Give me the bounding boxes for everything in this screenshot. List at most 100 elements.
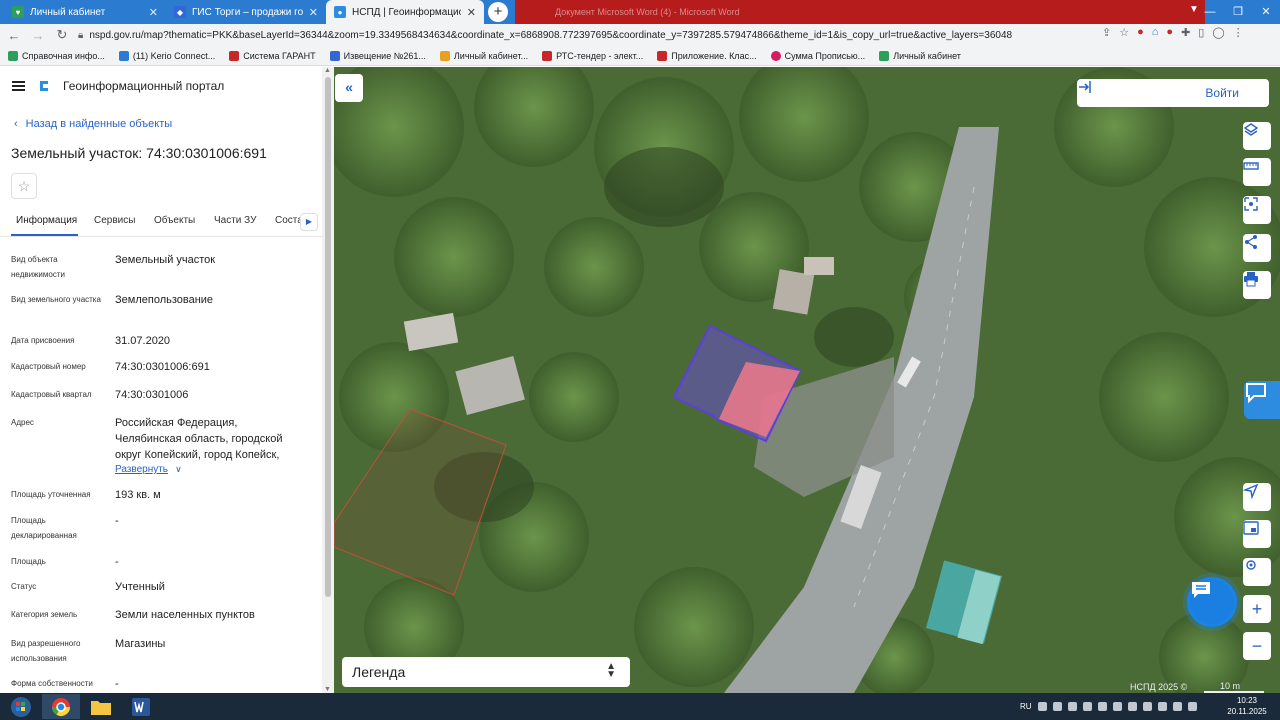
taskbar-explorer[interactable] xyxy=(82,694,120,719)
tabs-scroll-right-icon[interactable]: ▶ xyxy=(300,213,318,231)
tray-app-icon[interactable] xyxy=(1172,702,1182,711)
chat-fab-button[interactable] xyxy=(1187,577,1237,627)
tray-app-icon[interactable] xyxy=(1067,702,1077,711)
field-value: - xyxy=(115,678,119,690)
tab-information[interactable]: Информация xyxy=(16,215,77,226)
tab-title: НСПД | Геоинформационный п xyxy=(352,6,461,18)
minimap-button[interactable] xyxy=(1243,520,1271,548)
printer-icon xyxy=(1244,272,1258,287)
tab-objects[interactable]: Объекты xyxy=(154,215,195,226)
expand-address-link[interactable]: Развернуть ∨ xyxy=(115,461,305,478)
browser-tab[interactable]: ◆ ГИС Торги – продажи государс ✕ xyxy=(166,0,326,24)
scrollbar-thumb[interactable] xyxy=(325,77,331,597)
object-info-panel: Геоинформационный портал ‹ Назад в найде… xyxy=(0,67,322,693)
tray-app-icon[interactable] xyxy=(1082,702,1092,711)
layers-button[interactable] xyxy=(1243,122,1271,150)
browser-tab-active[interactable]: ● НСПД | Геоинформационный п ✕ xyxy=(326,0,484,24)
extensions-puzzle-icon[interactable]: ✚ xyxy=(1181,26,1190,39)
legend-dropdown[interactable]: Легенда ▲ ▼ xyxy=(342,657,630,687)
bookmark-item[interactable]: Сумма Прописью... xyxy=(770,50,865,61)
bookmark-item[interactable]: Личный кабинет... xyxy=(439,50,528,61)
menu-kebab-icon[interactable]: ⋮ xyxy=(1233,26,1244,39)
profile-avatar-icon[interactable]: ◯ xyxy=(1212,26,1224,39)
field-label: Дата присвоения xyxy=(11,336,75,345)
plus-icon: + xyxy=(1251,599,1263,619)
tray-app-icon[interactable] xyxy=(1052,702,1062,711)
tab-favicon-icon: ♥ xyxy=(12,6,24,18)
tray-app-icon[interactable] xyxy=(1142,702,1152,711)
bookmark-item[interactable]: Система ГАРАНТ xyxy=(229,50,316,61)
keyboard-language[interactable]: RU xyxy=(1020,702,1032,711)
map-view[interactable]: « Войти + − Легенда ▲ ▼ НСПД 2025 © 10 m xyxy=(334,67,1280,693)
minimize-icon[interactable]: — xyxy=(1196,0,1224,24)
zoom-out-button[interactable]: − xyxy=(1243,632,1271,660)
select-area-button[interactable] xyxy=(1243,196,1271,224)
tab-close-icon[interactable]: ✕ xyxy=(309,6,318,19)
system-clock[interactable]: 10:23 20.11.2025 xyxy=(1222,695,1272,717)
url-field[interactable]: 🔒︎ nspd.gov.ru/map?thematic=PKK&baseLaye… xyxy=(78,25,1078,45)
bookmark-item[interactable]: Справочная инфо... xyxy=(8,50,105,61)
lock-icon[interactable]: 🔒︎ xyxy=(78,30,83,41)
tab-close-icon[interactable]: ✕ xyxy=(467,6,476,19)
panel-scrollbar[interactable]: ▲ ▼ xyxy=(322,67,334,693)
tab-composition[interactable]: Соста xyxy=(275,215,303,226)
field-label: Вид объекта недвижимости xyxy=(11,255,65,279)
share-button[interactable] xyxy=(1243,234,1271,262)
support-chat-side-button[interactable] xyxy=(1244,381,1280,419)
bookmark-item[interactable]: (11) Kerio Connect... xyxy=(118,50,215,61)
sidebar-icon[interactable]: ▯ xyxy=(1198,26,1204,39)
favorite-star-icon[interactable]: ☆ xyxy=(11,173,37,199)
tab-services[interactable]: Сервисы xyxy=(94,215,135,226)
maximize-icon[interactable]: ❐ xyxy=(1224,0,1252,24)
minus-icon: − xyxy=(1251,636,1263,656)
bookmark-star-icon[interactable]: ☆ xyxy=(1119,26,1129,39)
tray-app-icon[interactable] xyxy=(1037,702,1047,711)
collapse-panel-icon[interactable]: « xyxy=(335,74,363,102)
tab-close-icon[interactable]: ✕ xyxy=(149,6,158,19)
extension-yandex-icon[interactable]: ● xyxy=(1137,26,1144,39)
start-button[interactable] xyxy=(2,694,40,719)
tray-app-icon[interactable] xyxy=(1157,702,1167,711)
geolocation-button[interactable] xyxy=(1243,483,1271,511)
taskbar-word[interactable] xyxy=(122,694,160,719)
info-tabs: Информация Сервисы Объекты Части ЗУ Сост… xyxy=(0,207,322,237)
volume-icon[interactable] xyxy=(1187,702,1197,711)
bookmark-item[interactable]: Личный кабинет xyxy=(879,50,961,61)
login-button[interactable]: Войти xyxy=(1077,79,1269,107)
bookmarks-bar: Справочная инфо... (11) Kerio Connect...… xyxy=(0,46,1280,66)
forward-arrow-icon[interactable]: → xyxy=(28,28,48,43)
share-icon[interactable]: ⇪ xyxy=(1102,26,1111,39)
close-icon[interactable]: ✕ xyxy=(1252,0,1280,24)
tab-favicon-icon: ● xyxy=(334,6,346,18)
back-arrow-icon[interactable]: ← xyxy=(4,28,24,43)
tab-parts[interactable]: Части ЗУ xyxy=(214,215,256,226)
browser-tab-bar: ♥ Личный кабинет ✕ ◆ ГИС Торги – продажи… xyxy=(0,0,1280,24)
tray-app-icon[interactable] xyxy=(1097,702,1107,711)
tray-app-icon[interactable] xyxy=(1112,702,1122,711)
bookmark-item[interactable]: РТС-тендер - элект... xyxy=(542,50,643,61)
field-label: Кадастровый номер xyxy=(11,362,86,371)
clock-time: 10:23 xyxy=(1236,696,1258,705)
extension-adblock-icon[interactable]: ● xyxy=(1166,26,1173,39)
tab-title: Личный кабинет xyxy=(30,6,106,18)
chevron-down-icon: ∨ xyxy=(175,464,182,474)
tray-app-icon[interactable] xyxy=(1127,702,1137,711)
new-tab-button[interactable]: + xyxy=(488,2,508,22)
bookmark-item[interactable]: Приложение. Клас... xyxy=(657,50,757,61)
back-to-results-link[interactable]: ‹ Назад в найденные объекты xyxy=(14,118,172,130)
pin-location-button[interactable] xyxy=(1243,558,1271,586)
scroll-down-icon[interactable]: ▼ xyxy=(324,686,331,693)
measure-button[interactable] xyxy=(1243,158,1271,186)
login-label: Войти xyxy=(1205,86,1239,100)
reload-icon[interactable]: ↻ xyxy=(52,27,72,43)
menu-hamburger-icon[interactable] xyxy=(12,81,25,91)
field-value: - xyxy=(115,556,119,568)
browser-tab[interactable]: ♥ Личный кабинет ✕ xyxy=(4,0,166,24)
print-button[interactable] xyxy=(1243,271,1271,299)
bookmark-item[interactable]: Извещение №261... xyxy=(329,50,426,61)
extension-home-icon[interactable]: ⌂ xyxy=(1152,26,1159,39)
field-value: Земли населенных пунктов xyxy=(115,609,255,621)
taskbar-chrome[interactable] xyxy=(42,694,80,719)
scroll-up-icon[interactable]: ▲ xyxy=(324,67,331,74)
zoom-in-button[interactable]: + xyxy=(1243,595,1271,623)
